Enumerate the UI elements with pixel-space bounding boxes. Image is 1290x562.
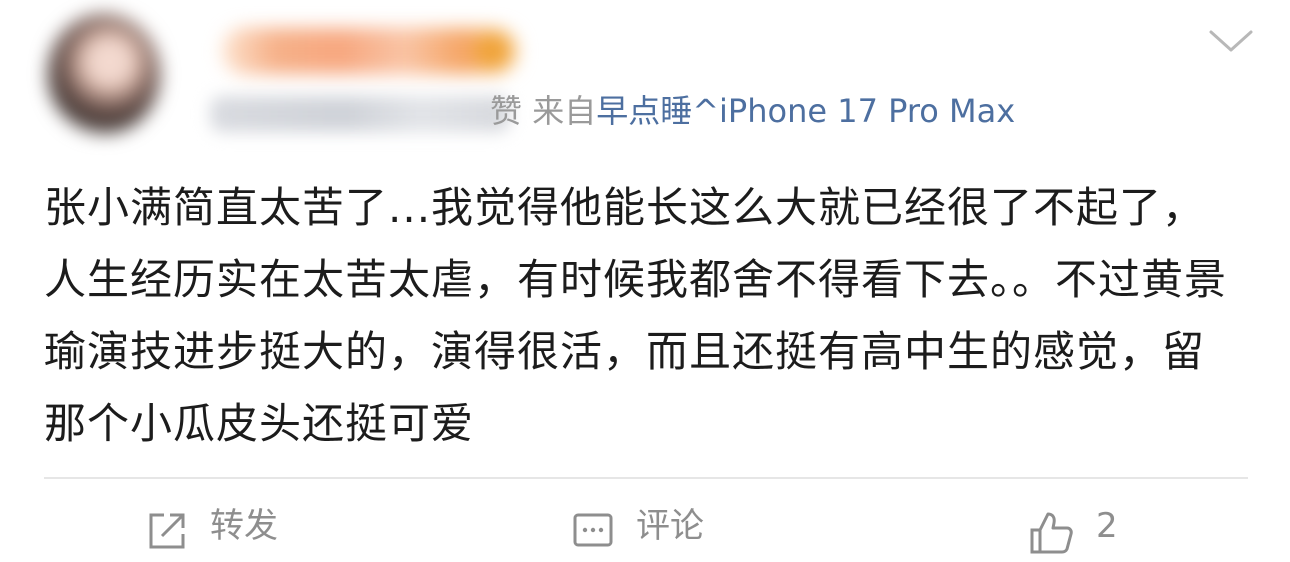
verified-badge-icon xyxy=(474,32,512,70)
repost-icon xyxy=(149,513,185,549)
post-text: 张小满简直太苦了...我觉得他能长这么大就已经很了不起了，人生经历实在太苦太虐，… xyxy=(44,183,1228,448)
comment-button[interactable]: 评论 xyxy=(572,502,704,562)
chevron-down-icon[interactable] xyxy=(1208,24,1254,56)
post-meta: 赞 来自早点睡^iPhone 17 Pro Max xyxy=(490,88,1015,134)
comment-label: 评论 xyxy=(636,506,704,546)
post-source-link[interactable]: 早点睡^iPhone 17 Pro Max xyxy=(596,92,1015,130)
repost-label: 转发 xyxy=(210,506,278,546)
divider xyxy=(44,477,1248,479)
like-button[interactable]: 2 xyxy=(1028,502,1118,562)
comment-icon xyxy=(573,513,613,547)
avatar[interactable] xyxy=(48,14,160,134)
post-time-redacted xyxy=(210,96,510,132)
like-count: 2 xyxy=(1096,506,1118,546)
repost-button[interactable]: 转发 xyxy=(146,502,278,562)
meta-partial-char: 赞 xyxy=(490,92,523,130)
username-redacted[interactable] xyxy=(222,28,518,74)
thumbs-up-icon xyxy=(1030,512,1073,554)
from-label: 来自 xyxy=(532,92,597,130)
